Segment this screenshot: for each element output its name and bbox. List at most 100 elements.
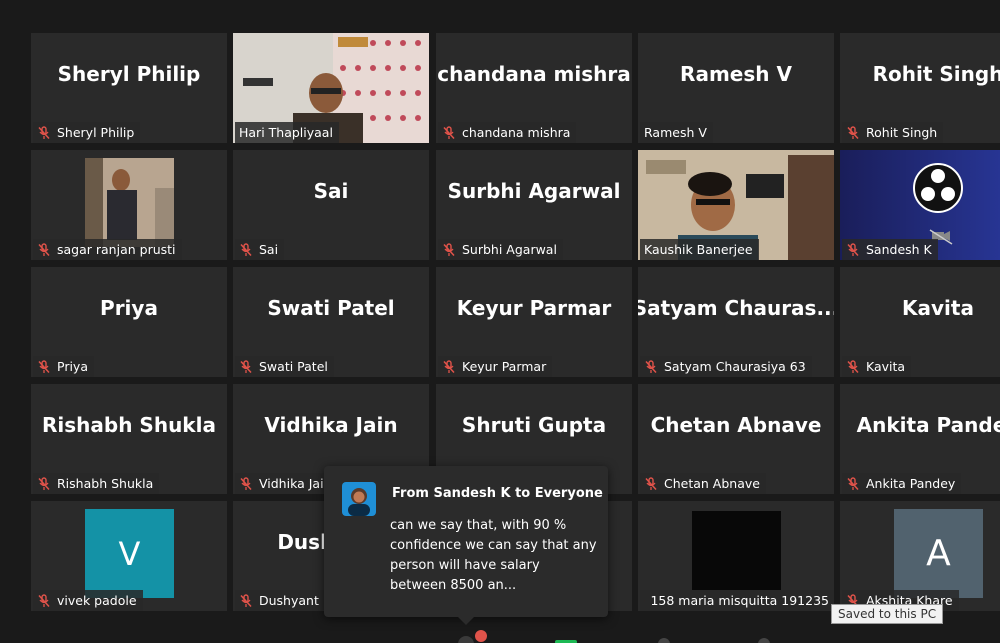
participant-display-name: Surbhi Agarwal [447,179,621,203]
muted-mic-icon [38,125,50,139]
participant-display-name: Chetan Abnave [650,413,822,437]
participant-name-text: Kaushik Banerjee [644,242,753,257]
participant-name-text: Keyur Parmar [462,359,547,374]
participant-tile-sheryl-philip[interactable]: Sheryl Philip Sheryl Philip [31,33,227,143]
participant-tile-akshita-khare[interactable]: A Akshita Khare [840,501,1000,611]
participant-name-label: sagar ranjan prusti [33,239,182,260]
muted-mic-icon [645,476,657,490]
participant-name-text: vivek padole [57,593,137,608]
participant-tile-vivek-padole[interactable]: Vvivek padole [31,501,227,611]
muted-mic-icon [240,476,252,490]
muted-mic-icon [645,359,657,373]
participant-name-label: Sai [235,239,285,260]
participant-tile-swati-patel[interactable]: Swati Patel Swati Patel [233,267,429,377]
muted-mic-icon [847,242,859,256]
participant-tile-ramesh-v[interactable]: Ramesh V Ramesh V [638,33,834,143]
participant-name-label: chandana mishra [438,122,577,143]
participant-name-text: Vidhika Jain [259,476,332,491]
participant-display-name: Swati Patel [267,296,395,320]
participant-name-label: Priya [33,356,94,377]
muted-mic-icon [38,242,50,256]
participant-name-text: Dushyant P [259,593,331,608]
participant-name-text: Hari Thapliyaal [239,125,333,140]
participant-tile-sagar-ranjan-prusti[interactable]: sagar ranjan prusti [31,150,227,260]
participant-name-label: Ankita Pandey [842,473,962,494]
participant-name-label: vivek padole [33,590,143,611]
participant-tile-chandana-mishra[interactable]: chandana mishra chandana mishra [436,33,632,143]
participant-tile-surbhi-agarwal[interactable]: Surbhi Agarwal Surbhi Agarwal [436,150,632,260]
participant-name-label: Kaushik Banerjee [640,239,759,260]
participant-display-name: Sheryl Philip [57,62,201,86]
chat-sender-line: From Sandesh K to Everyone [392,486,603,501]
participant-avatar: A [894,509,983,598]
participant-name-text: Satyam Chaurasiya 63 [664,359,806,374]
participant-video [692,511,781,590]
reactions-icon[interactable] [758,638,770,643]
participant-tile-158-maria-misquitta-191235[interactable]: 158 maria misquitta 191235 [638,501,834,611]
participant-name-text: Priya [57,359,88,374]
muted-mic-icon [847,359,859,373]
participants-icon[interactable] [458,636,474,643]
participant-name-label: Swati Patel [235,356,334,377]
participant-display-name: Vidhika Jain [264,413,398,437]
participant-photo [85,158,174,247]
participant-name-text: Chetan Abnave [664,476,760,491]
chat-notification[interactable]: From Sandesh K to Everyone can we say th… [324,466,608,625]
participant-display-name: chandana mishra [437,62,631,86]
participant-name-text: Sandesh K [866,242,932,257]
participant-name-label: Sandesh K [842,239,938,260]
participant-name-label: Kavita [842,356,912,377]
participant-name-text: Swati Patel [259,359,328,374]
participant-name-label: Vidhika Jain [235,473,338,494]
muted-mic-icon [240,593,252,607]
chat-message-text: can we say that, with 90 % confidence we… [390,518,597,593]
participant-name-text: Sai [259,242,279,257]
meeting-toolbar[interactable] [0,628,1000,643]
participant-name-text: Rishabh Shukla [57,476,154,491]
participant-tile-kaushik-banerjee[interactable]: Kaushik Banerjee [638,150,834,260]
participant-tile-rishabh-shukla[interactable]: Rishabh Shukla Rishabh Shukla [31,384,227,494]
participant-name-label: Ramesh V [640,122,713,143]
participant-name-label: Satyam Chaurasiya 63 [640,356,812,377]
participant-name-text: Kavita [866,359,906,374]
participant-avatar: V [85,509,174,598]
muted-mic-icon [443,125,455,139]
participant-tile-sai[interactable]: Sai Sai [233,150,429,260]
participant-tile-priya[interactable]: Priya Priya [31,267,227,377]
participant-tile-rohit-singh[interactable]: Rohit Singh Rohit Singh [840,33,1000,143]
participant-name-label: Surbhi Agarwal [438,239,563,260]
chat-popup-tail [458,617,474,625]
participant-name-label: Hari Thapliyaal [235,122,339,143]
participant-tile-keyur-parmar[interactable]: Keyur Parmar Keyur Parmar [436,267,632,377]
participant-tile-sandesh-k[interactable]: Sandesh K [840,150,1000,260]
participant-name-text: Ankita Pandey [866,476,956,491]
participant-name-text: Ramesh V [644,125,707,140]
participant-display-name: Rishabh Shukla [42,413,216,437]
record-icon[interactable] [658,638,670,643]
participant-name-text: 158 maria misquitta 191235 [650,593,829,608]
participant-tile-kavita[interactable]: Kavita Kavita [840,267,1000,377]
participant-display-name: Priya [100,296,158,320]
participant-name-label: Chetan Abnave [640,473,766,494]
participant-display-name: Rohit Singh [872,62,1000,86]
participant-name-label: Keyur Parmar [438,356,553,377]
participant-name-text: Sheryl Philip [57,125,135,140]
muted-mic-icon [847,476,859,490]
muted-mic-icon [38,359,50,373]
participant-tile-hari-thapliyaal[interactable]: Hari Thapliyaal [233,33,429,143]
participant-tile-chetan-abnave[interactable]: Chetan Abnave Chetan Abnave [638,384,834,494]
participant-display-name: Ramesh V [680,62,792,86]
participant-name-label: Dushyant P [235,590,337,611]
participant-name-label: Rishabh Shukla [33,473,160,494]
participant-display-name: Kavita [902,296,974,320]
participant-display-name: Keyur Parmar [456,296,612,320]
participant-display-name: Satyam Chauras... [638,296,834,320]
participant-name-label: Sheryl Philip [33,122,141,143]
participant-name-label: 158 maria misquitta 191235 [640,590,834,611]
participant-tile-satyam-chaurasiya-63[interactable]: Satyam Chauras... Satyam Chaurasiya 63 [638,267,834,377]
participant-name-text: Surbhi Agarwal [462,242,557,257]
muted-mic-icon [38,476,50,490]
muted-mic-icon [847,125,859,139]
participant-name-text: chandana mishra [462,125,571,140]
participant-tile-ankita-pandey[interactable]: Ankita Pandey Ankita Pandey [840,384,1000,494]
